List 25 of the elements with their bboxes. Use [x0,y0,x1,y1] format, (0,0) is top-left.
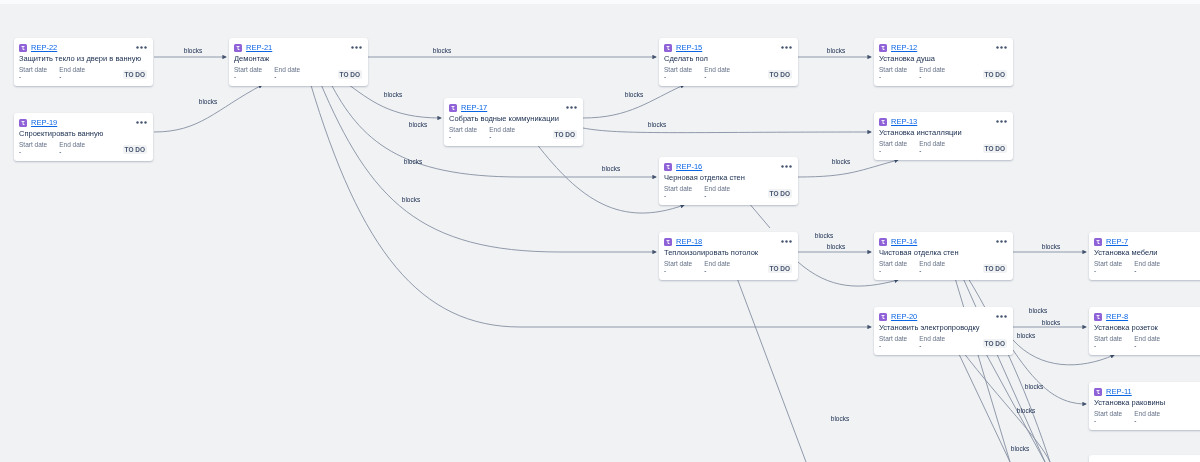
more-icon[interactable] [996,315,1007,318]
subtask-icon [1094,237,1102,246]
subtask-icon [879,237,887,246]
subtask-icon [1094,312,1102,321]
subtask-icon [664,43,672,52]
subtask-icon [879,312,887,321]
more-icon[interactable] [351,46,362,49]
more-icon[interactable] [136,46,147,49]
more-icon[interactable] [781,46,792,49]
more-icon[interactable] [996,240,1007,243]
subtask-icon [234,43,242,52]
subtask-icon [1094,387,1102,396]
subtask-icon [19,43,27,52]
subtask-icon [664,237,672,246]
more-icon[interactable] [996,120,1007,123]
more-icon[interactable] [996,46,1007,49]
subtask-icon [449,103,457,112]
more-icon[interactable] [136,121,147,124]
more-icon[interactable] [566,106,577,109]
more-icon[interactable] [781,165,792,168]
subtask-icon [664,162,672,171]
subtask-icon [19,118,27,127]
more-icon[interactable] [781,240,792,243]
subtask-icon [879,43,887,52]
subtask-icon [879,117,887,126]
